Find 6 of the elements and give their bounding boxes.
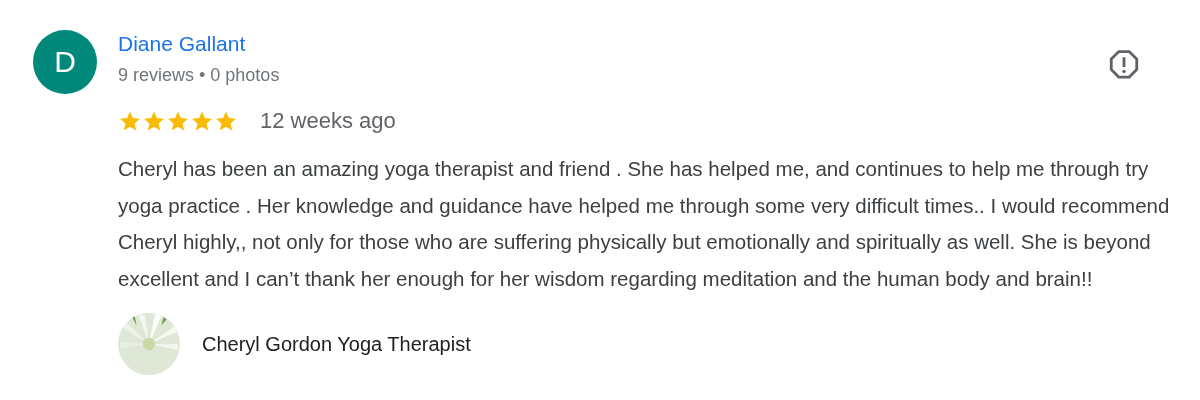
reply-author: Cheryl Gordon Yoga Therapist <box>202 332 471 356</box>
review-meta: 9 reviews • 0 photos <box>118 65 280 86</box>
avatar[interactable]: D <box>33 30 97 94</box>
author-name[interactable]: Diane Gallant <box>118 32 280 56</box>
review-text: Cheryl has been an amazing yoga therapist and friend . She has helped me, and continues to help me through try yoga practice . Her knowledge and guidance have helped me through some very difficult times.. I would recommend Cheryl highly,, not only for those who are suffering physically but emotionally and spiritually as well. She is beyond excellent and I can’t thank her enough for her wisdom regarding meditation and the human body and brain!! <box>118 156 1171 292</box>
review-time: 12 weeks ago <box>260 108 396 134</box>
